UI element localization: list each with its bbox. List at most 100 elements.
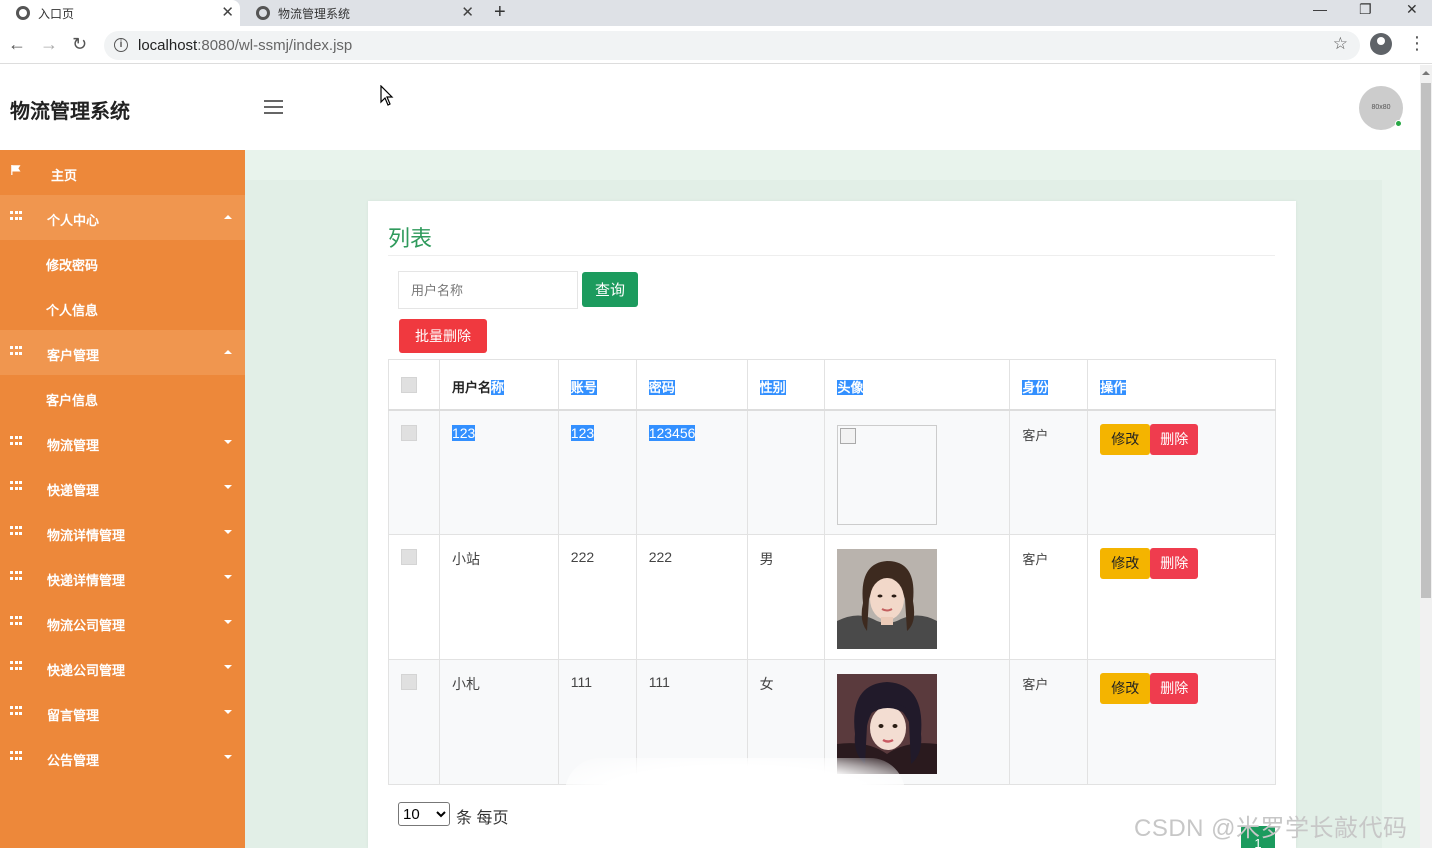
search-button[interactable]: 查询 <box>582 272 638 307</box>
chevron-up-icon <box>224 215 232 219</box>
grid-icon <box>10 526 22 536</box>
browser-menu-icon[interactable]: ⋮ <box>1408 34 1426 52</box>
search-input[interactable] <box>398 271 578 309</box>
profile-icon[interactable] <box>1370 33 1392 55</box>
chevron-down-icon <box>224 665 232 669</box>
delete-button[interactable]: 删除 <box>1150 673 1199 704</box>
table-row: 123 123 123456 客户 修改 删除 <box>388 409 1276 535</box>
user-avatar-photo <box>837 549 938 649</box>
chevron-down-icon <box>224 575 232 579</box>
restore-button[interactable]: ❐ <box>1359 1 1372 17</box>
sidebar-item-personal-info[interactable]: 个人信息 <box>0 285 245 330</box>
chevron-up-icon <box>224 350 232 354</box>
url-host: localhost <box>138 37 198 54</box>
grid-icon <box>10 706 22 716</box>
col-header-password[interactable]: 密码 <box>635 359 748 411</box>
page-scrollbar[interactable] <box>1420 65 1432 848</box>
sidebar-item-customer-info[interactable]: 客户信息 <box>0 375 245 420</box>
col-header-gender[interactable]: 性别 <box>746 359 826 411</box>
sidebar-item-logistics-company[interactable]: 物流公司管理 <box>0 600 245 645</box>
minimize-button[interactable]: — <box>1313 1 1327 17</box>
cell-name: 小札 <box>451 676 480 692</box>
chevron-down-icon <box>224 755 232 759</box>
browser-tab-entry[interactable]: 入口页 ✕ <box>0 0 240 26</box>
grid-icon <box>10 661 22 671</box>
sidebar-item-express[interactable]: 快递管理 <box>0 465 245 510</box>
sidebar-item-express-company[interactable]: 快递公司管理 <box>0 645 245 690</box>
col-header-actions: 操作 <box>1087 359 1276 411</box>
col-header-name[interactable]: 用户名称 <box>438 359 559 411</box>
select-all-checkbox[interactable] <box>401 377 417 393</box>
grid-icon <box>10 751 22 761</box>
row-checkbox[interactable] <box>401 549 417 565</box>
row-checkbox[interactable] <box>401 674 417 690</box>
close-window-button[interactable]: ✕ <box>1406 1 1418 17</box>
online-status-dot <box>1395 120 1402 127</box>
sidebar-item-personal-center[interactable]: 个人中心 <box>0 195 245 240</box>
cell-account: 111 <box>570 674 593 690</box>
scrollbar-thumb[interactable] <box>1421 83 1431 598</box>
sidebar-item-messages[interactable]: 留言管理 <box>0 690 245 735</box>
browser-tabbar: 入口页 ✕ 物流管理系统 ✕ + — ❐ ✕ <box>0 0 1432 26</box>
forward-arrow-icon[interactable]: → <box>40 34 58 54</box>
cell-account: 123 <box>570 424 595 441</box>
app-header: 物流管理系统 80x80 <box>0 65 1420 150</box>
url-field[interactable]: i localhost:8080/wl-ssmj/index.jsp ☆ <box>104 31 1360 60</box>
edit-button[interactable]: 修改 <box>1100 548 1151 579</box>
delete-button[interactable]: 删除 <box>1150 423 1199 455</box>
sidebar-item-logistics[interactable]: 物流管理 <box>0 420 245 465</box>
watermark: CSDN @米罗学长敲代码 <box>1134 815 1408 842</box>
grid-icon <box>10 571 22 581</box>
reload-icon[interactable]: ↻ <box>72 34 87 54</box>
cell-password: 111 <box>648 674 670 690</box>
site-info-icon[interactable]: i <box>114 38 128 52</box>
list-card: 列表 查询 批量删除 用户名称 账号 密码 性别 头像 身份 操作 123 12… <box>368 201 1296 848</box>
blur-overlay <box>565 758 905 828</box>
close-tab-icon[interactable]: ✕ <box>221 4 234 22</box>
flag-icon <box>11 165 21 175</box>
edit-button[interactable]: 修改 <box>1100 423 1151 455</box>
new-tab-button[interactable]: + <box>494 1 506 23</box>
page-title: 列表 <box>388 226 433 251</box>
tab-title: 物流管理系统 <box>278 6 351 21</box>
mouse-cursor-icon <box>380 85 394 106</box>
scroll-up-arrow-icon[interactable] <box>1422 71 1430 75</box>
sidebar-item-announcements[interactable]: 公告管理 <box>0 735 245 780</box>
col-header-role[interactable]: 身份 <box>1009 359 1089 411</box>
broken-image-icon <box>837 424 938 525</box>
sidebar-item-change-password[interactable]: 修改密码 <box>0 240 245 285</box>
user-avatar[interactable]: 80x80 <box>1359 86 1403 130</box>
sidebar-item-express-detail[interactable]: 快递详情管理 <box>0 555 245 600</box>
page-size-select[interactable]: 10 <box>398 802 450 826</box>
cell-password: 222 <box>648 549 673 565</box>
url-path: :8080/wl-ssmj/index.jsp <box>197 37 353 54</box>
title-divider <box>388 255 1275 256</box>
back-arrow-icon[interactable]: ← <box>8 34 26 54</box>
chevron-down-icon <box>224 710 232 714</box>
cell-password: 123456 <box>648 424 696 441</box>
delete-button[interactable]: 删除 <box>1150 548 1199 579</box>
hamburger-menu-icon[interactable] <box>264 100 283 114</box>
cell-gender: 女 <box>759 676 774 692</box>
col-header-avatar[interactable]: 头像 <box>824 359 1011 411</box>
browser-tab-app[interactable]: 物流管理系统 ✕ <box>240 0 480 26</box>
edit-button[interactable]: 修改 <box>1100 673 1151 704</box>
globe-icon <box>16 6 30 20</box>
bulk-delete-button[interactable]: 批量删除 <box>399 319 487 353</box>
sidebar-item-home[interactable]: 主页 <box>0 150 245 195</box>
chevron-down-icon <box>224 530 232 534</box>
table-row: 小站 222 222 男 客户 修改 删除 <box>388 534 1276 660</box>
user-table: 用户名称 账号 密码 性别 头像 身份 操作 123 123 123456 客户… <box>388 359 1276 785</box>
row-checkbox[interactable] <box>401 424 417 441</box>
col-header-account[interactable]: 账号 <box>557 359 637 411</box>
cell-gender: 男 <box>759 551 774 567</box>
grid-icon <box>10 481 22 491</box>
bookmark-star-icon[interactable]: ☆ <box>1333 34 1348 54</box>
sidebar-item-customer-management[interactable]: 客户管理 <box>0 330 245 375</box>
close-tab-icon[interactable]: ✕ <box>461 4 474 22</box>
chevron-down-icon <box>224 440 232 444</box>
per-page-label: 条 每页 <box>456 810 509 827</box>
sidebar-item-logistics-detail[interactable]: 物流详情管理 <box>0 510 245 555</box>
grid-icon <box>10 346 22 356</box>
globe-icon <box>256 6 270 20</box>
